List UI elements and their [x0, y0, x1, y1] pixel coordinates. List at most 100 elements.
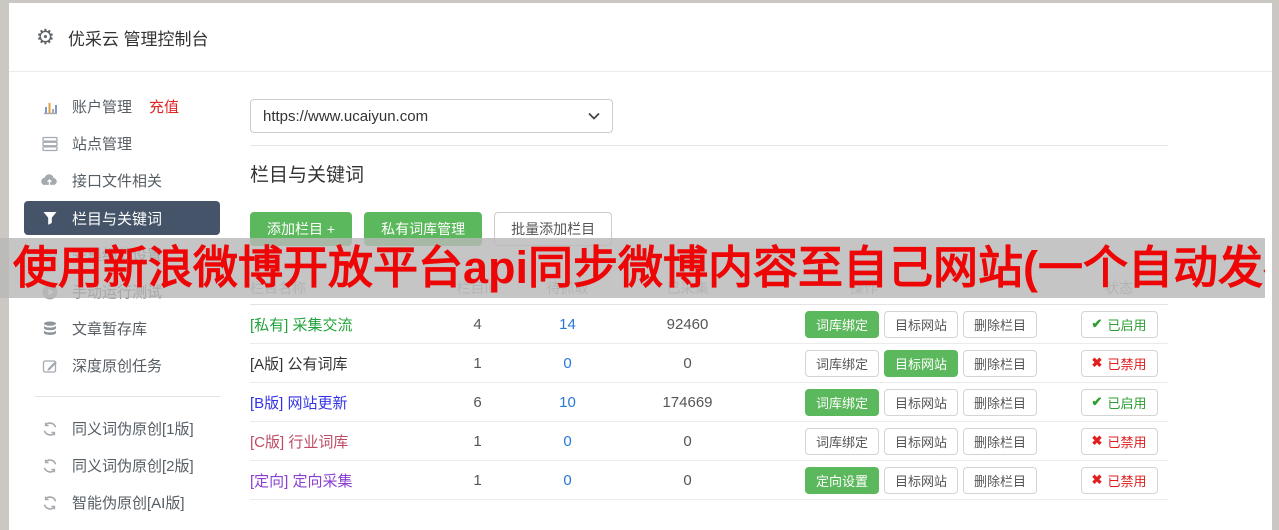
button-label: 删除栏目: [974, 317, 1027, 333]
status-label: 已禁用: [1107, 356, 1147, 372]
funnel-icon: [40, 209, 59, 228]
sidebar-item-label: 文章暂存库: [72, 321, 148, 338]
button-label: 删除栏目: [974, 434, 1027, 450]
sidebar-item-article-cache[interactable]: 文章暂存库: [9, 310, 250, 347]
pending-count-link[interactable]: 14: [520, 316, 615, 333]
sidebar-item-uwriter[interactable]: UWriter深度原创: [9, 521, 250, 530]
button-label: 目标网站: [895, 473, 948, 489]
pending-count-link[interactable]: 0: [520, 472, 615, 489]
columns-table: 栏目名称 栏目ID 待抓取 已采集 操作 状态 [私有] 采集交流 4 14 9…: [250, 272, 1168, 500]
status-label: 已启用: [1107, 395, 1147, 411]
button-label: 词库绑定: [816, 317, 869, 333]
pending-count-link[interactable]: 0: [520, 355, 615, 372]
button-label: 目标网站: [895, 434, 948, 450]
button-label: 删除栏目: [974, 473, 1027, 489]
column-id: 1: [473, 354, 482, 372]
column-name-link[interactable]: [定向] 定向采集: [250, 470, 435, 491]
status-toggle-button[interactable]: 已禁用: [1080, 466, 1158, 494]
delete-column-button[interactable]: 删除栏目: [963, 427, 1038, 455]
sidebar-item-label: 同义词伪原创[2版]: [72, 458, 194, 475]
column-name-link[interactable]: [A版] 公有词库: [250, 353, 435, 374]
pending-count-link[interactable]: 0: [520, 433, 615, 450]
status-icon: [1092, 394, 1103, 410]
sidebar-item-columns-keywords[interactable]: 栏目与关键词: [24, 201, 220, 235]
status-label: 已启用: [1107, 317, 1147, 333]
sidebar-item-label: 站点管理: [72, 136, 133, 153]
chevron-down-icon: [588, 112, 600, 120]
button-label: 删除栏目: [974, 356, 1027, 372]
column-id: 4: [473, 315, 482, 333]
status-label: 已禁用: [1107, 434, 1147, 450]
button-label: 定向设置: [816, 473, 869, 489]
thesaurus-bind-button[interactable]: 词库绑定: [805, 349, 880, 377]
sidebar-item-sites[interactable]: 站点管理: [9, 125, 250, 162]
sidebar-item-deep-original[interactable]: 深度原创任务: [9, 347, 250, 384]
delete-column-button[interactable]: 删除栏目: [963, 466, 1038, 494]
watermark-overlay: 使用新浪微博开放平台api同步微博内容至自己网站(一个自动发布: [0, 238, 1265, 298]
sidebar-item-label: 栏目与关键词: [72, 210, 163, 228]
status-icon: [1092, 472, 1103, 488]
column-id: 1: [473, 432, 482, 450]
refresh-icon: [40, 456, 59, 475]
sidebar-item-label: 同义词伪原创[1版]: [72, 421, 194, 438]
database-icon: [40, 319, 59, 338]
thesaurus-bind-button[interactable]: 词库绑定: [805, 310, 880, 338]
sidebar-item-interface-files[interactable]: 接口文件相关: [9, 162, 250, 199]
app-header: ⚙ 优采云 管理控制台: [9, 3, 1272, 72]
status-toggle-button[interactable]: 已禁用: [1080, 349, 1158, 377]
button-label: 目标网站: [895, 395, 948, 411]
sidebar-divider: [35, 396, 220, 397]
refresh-icon: [40, 493, 59, 512]
status-icon: [1092, 355, 1103, 371]
delete-column-button[interactable]: 删除栏目: [963, 310, 1038, 338]
sidebar: 账户管理 充值 站点管理 接口文件相关 栏目与关键词 文章暂存库 深度原创任务 …: [9, 72, 250, 529]
status-toggle-button[interactable]: 已启用: [1080, 388, 1158, 416]
delete-column-button[interactable]: 删除栏目: [963, 388, 1038, 416]
delete-column-button[interactable]: 删除栏目: [963, 349, 1038, 377]
table-row: [C版] 行业词库 1 0 0 词库绑定 目标网站 删除栏目 已禁用: [250, 422, 1168, 461]
gear-icon: ⚙: [36, 25, 55, 49]
sidebar-item-synonym-v2[interactable]: 同义词伪原创[2版]: [9, 447, 250, 484]
status-toggle-button[interactable]: 已启用: [1080, 310, 1158, 338]
status-toggle-button[interactable]: 已禁用: [1080, 427, 1158, 455]
pending-count-link[interactable]: 10: [520, 394, 615, 411]
target-site-button[interactable]: 目标网站: [884, 388, 959, 416]
sidebar-item-label: 账户管理: [72, 99, 133, 116]
collected-count: 0: [683, 471, 692, 489]
button-label: 添加栏目 +: [267, 221, 336, 237]
sidebar-item-synonym-v1[interactable]: 同义词伪原创[1版]: [9, 410, 250, 447]
button-label: 目标网站: [895, 317, 948, 333]
status-icon: [1092, 316, 1103, 332]
column-name-link[interactable]: [B版] 网站更新: [250, 392, 435, 413]
app-window: ⚙ 优采云 管理控制台 账户管理 充值 站点管理 接口文件相关 栏目与关键词 文…: [0, 3, 1272, 530]
bar-chart-icon: [40, 97, 59, 116]
sidebar-item-label: 智能伪原创[AI版]: [72, 495, 185, 512]
collected-count: 0: [683, 354, 692, 372]
column-id: 1: [473, 471, 482, 489]
refresh-icon: [40, 419, 59, 438]
sidebar-item-account[interactable]: 账户管理 充值: [9, 88, 250, 125]
site-select-value: https://www.ucaiyun.com: [263, 107, 429, 125]
target-site-button[interactable]: 目标网站: [884, 310, 959, 338]
recharge-badge[interactable]: 充值: [149, 96, 179, 117]
directional-settings-button[interactable]: 定向设置: [805, 466, 880, 494]
collected-count: 174669: [662, 393, 713, 411]
thesaurus-bind-button[interactable]: 词库绑定: [805, 427, 880, 455]
table-row: [私有] 采集交流 4 14 92460 词库绑定 目标网站 删除栏目 已启用: [250, 305, 1168, 344]
main-content: https://www.ucaiyun.com 栏目与关键词 添加栏目 + 私有…: [250, 72, 1168, 529]
column-name-link[interactable]: [C版] 行业词库: [250, 431, 435, 452]
target-site-button[interactable]: 目标网站: [884, 427, 959, 455]
thesaurus-bind-button[interactable]: 词库绑定: [805, 388, 880, 416]
app-title: 优采云 管理控制台: [67, 29, 209, 49]
site-select[interactable]: https://www.ucaiyun.com: [250, 99, 613, 133]
target-site-button[interactable]: 目标网站: [884, 349, 959, 377]
table-row: [B版] 网站更新 6 10 174669 词库绑定 目标网站 删除栏目 已启用: [250, 383, 1168, 422]
button-label: 私有词库管理: [381, 221, 466, 237]
table-row: [A版] 公有词库 1 0 0 词库绑定 目标网站 删除栏目 已禁用: [250, 344, 1168, 383]
button-label: 词库绑定: [816, 434, 869, 450]
server-icon: [40, 134, 59, 153]
cloud-upload-icon: [40, 171, 59, 190]
column-name-link[interactable]: [私有] 采集交流: [250, 314, 435, 335]
sidebar-item-ai-rewrite[interactable]: 智能伪原创[AI版]: [9, 484, 250, 521]
target-site-button[interactable]: 目标网站: [884, 466, 959, 494]
